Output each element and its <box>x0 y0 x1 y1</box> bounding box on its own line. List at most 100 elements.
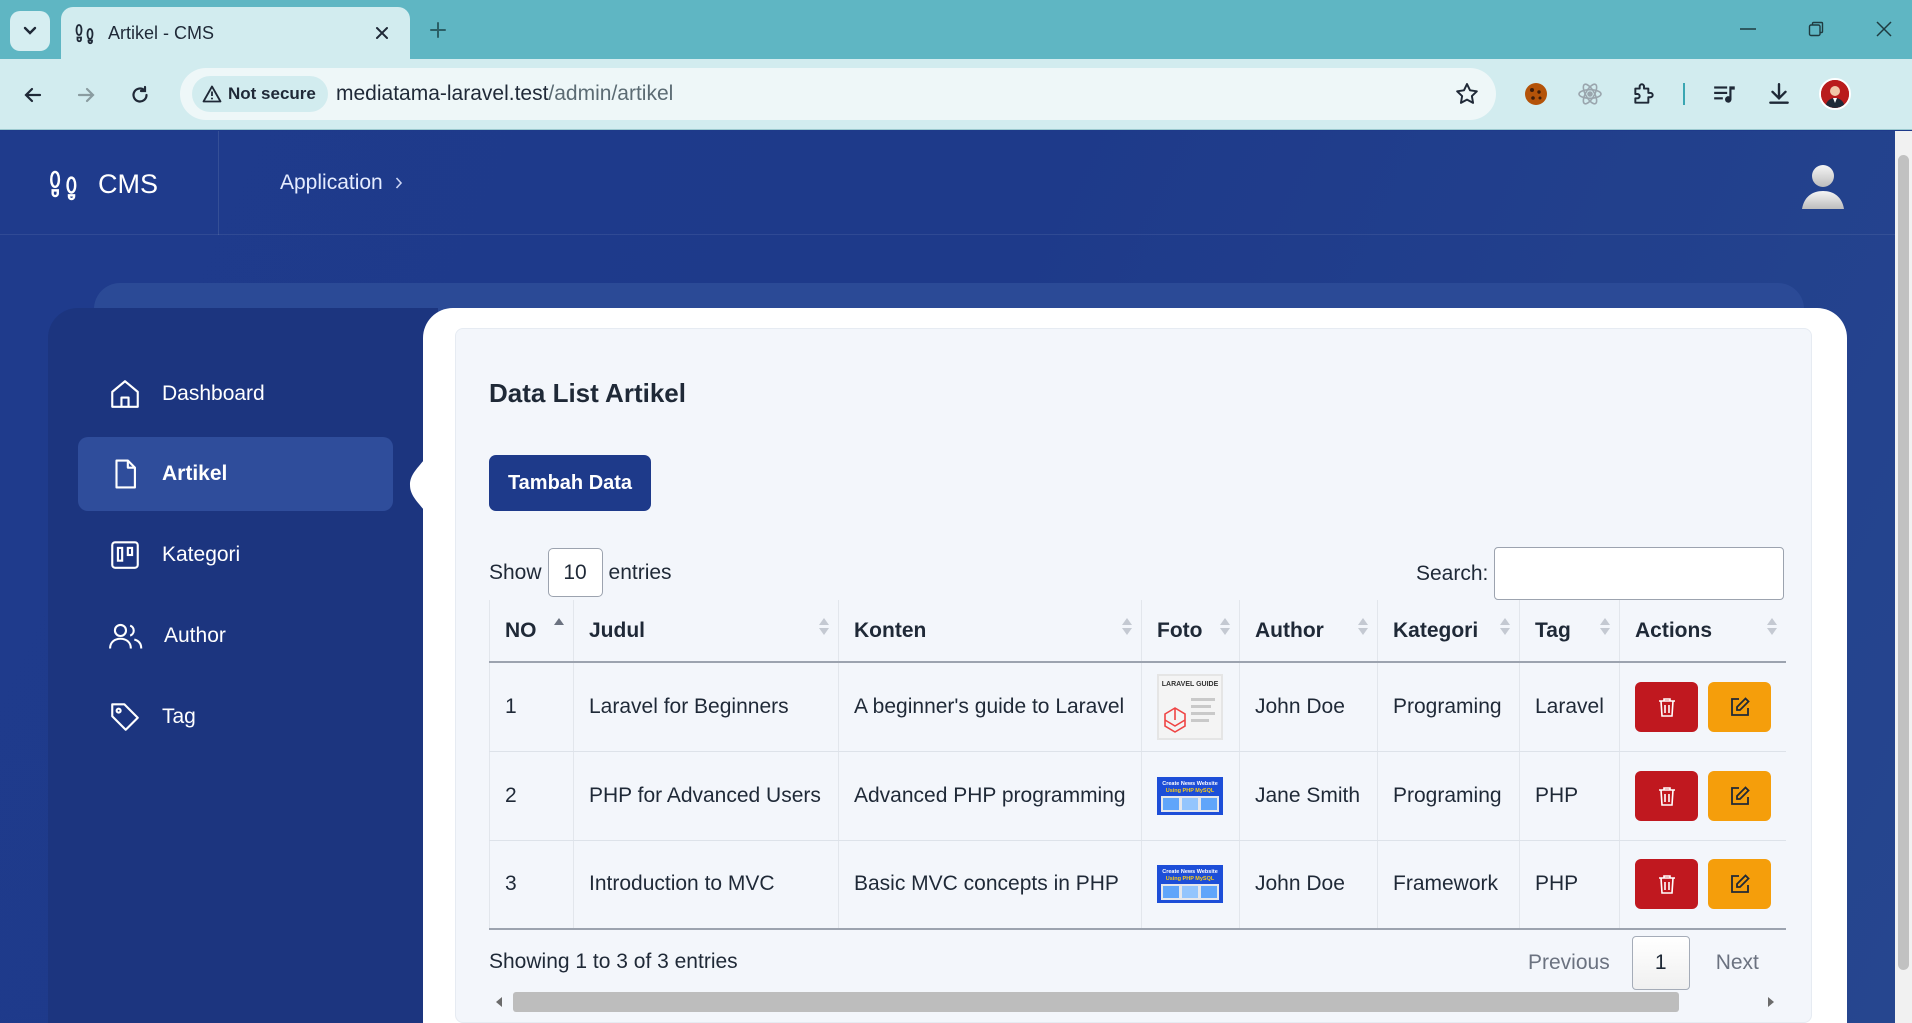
sidebar-item-label: Dashboard <box>162 382 265 405</box>
edit-button[interactable] <box>1708 681 1771 732</box>
address-bar[interactable]: Not secure mediatama-laravel.test/admin/… <box>180 68 1496 120</box>
table-search: Search: <box>1416 547 1785 600</box>
security-chip[interactable]: Not secure <box>192 76 328 112</box>
extensions-button[interactable] <box>1628 78 1660 110</box>
cell-tag: Laravel <box>1519 662 1620 752</box>
reload-button[interactable] <box>122 77 158 113</box>
previous-page-button[interactable]: Previous <box>1512 951 1632 975</box>
cell-actions <box>1619 840 1786 930</box>
minimize-icon <box>1740 28 1756 30</box>
browser-tab[interactable]: Artikel - CMS <box>61 7 410 59</box>
close-tab-button[interactable] <box>368 19 396 47</box>
page-scroll-thumb[interactable] <box>1898 155 1909 970</box>
cell-author: John Doe <box>1239 840 1378 930</box>
new-tab-button[interactable] <box>422 14 454 46</box>
column-label: Tag <box>1535 618 1571 642</box>
edit-icon <box>1730 785 1750 805</box>
column-header-actions[interactable]: Actions <box>1619 600 1786 663</box>
cell-konten: A beginner's guide to Laravel <box>838 662 1142 752</box>
profile-avatar[interactable] <box>1819 78 1851 110</box>
php-mysql-thumbnail: Create News WebsiteUsing PHP MySQL <box>1157 776 1223 815</box>
edit-button[interactable] <box>1708 770 1771 821</box>
kanban-icon <box>111 541 139 569</box>
sort-icon <box>1220 618 1230 635</box>
sidebar-item-label: Kategori <box>162 543 241 566</box>
bookmark-star-icon[interactable] <box>1454 81 1480 107</box>
puzzle-icon <box>1634 83 1654 104</box>
home-icon <box>111 380 139 408</box>
thumbnail-caption: Using PHP MySQL <box>1166 876 1215 882</box>
sidebar-item-tag[interactable]: Tag <box>78 680 393 754</box>
security-label: Not secure <box>228 84 316 103</box>
page-title: Data List Artikel <box>489 378 686 408</box>
search-input[interactable] <box>1494 547 1785 600</box>
scroll-right-icon[interactable] <box>1767 997 1775 1007</box>
tab-title: Artikel - CMS <box>108 23 215 43</box>
minimize-button[interactable] <box>1728 12 1768 46</box>
column-header-konten[interactable]: Konten <box>838 600 1142 663</box>
cell-judul: PHP for Advanced Users <box>573 751 839 841</box>
cell-kategori: Programing <box>1377 662 1520 752</box>
column-header-judul[interactable]: Judul <box>573 600 839 663</box>
entries-label: entries <box>608 560 672 584</box>
url-path: /admin/artikel <box>548 82 674 105</box>
entries-select[interactable]: 10 <box>547 548 603 597</box>
cell-actions <box>1619 662 1786 752</box>
page-1-button[interactable]: 1 <box>1631 936 1690 990</box>
column-header-foto[interactable]: Foto <box>1141 600 1240 663</box>
cell-foto: Create News Website Using PHP MySQL <box>1141 840 1240 930</box>
thumbnail-caption: Create News Website <box>1162 869 1218 875</box>
forward-button[interactable] <box>68 77 104 113</box>
cell-actions <box>1619 751 1786 841</box>
edit-icon <box>1730 874 1750 894</box>
arrow-left-icon <box>24 87 42 103</box>
user-avatar[interactable] <box>1800 159 1846 209</box>
next-page-button[interactable]: Next <box>1690 951 1759 975</box>
brand[interactable]: CMS <box>48 167 158 201</box>
column-header-kategori[interactable]: Kategori <box>1377 600 1520 663</box>
react-icon <box>1578 83 1602 105</box>
header-divider <box>218 131 219 235</box>
cell-foto: LARAVEL GUIDE <box>1141 662 1240 752</box>
cell-author: John Doe <box>1239 662 1378 752</box>
url-text[interactable]: mediatama-laravel.test/admin/artikel <box>336 82 673 106</box>
react-devtools-button[interactable] <box>1574 78 1606 110</box>
horizontal-scrollbar[interactable] <box>489 992 1781 1012</box>
tab-search-button[interactable] <box>10 11 50 51</box>
scroll-left-icon[interactable] <box>495 997 503 1007</box>
close-window-button[interactable] <box>1864 12 1904 46</box>
chevron-down-icon <box>23 26 37 35</box>
cookie-extension-button[interactable] <box>1520 78 1552 110</box>
column-label: Konten <box>854 618 927 642</box>
media-controls-button[interactable] <box>1709 78 1741 110</box>
delete-button[interactable] <box>1635 770 1698 821</box>
edit-button[interactable] <box>1708 859 1771 910</box>
breadcrumb[interactable]: Application <box>280 171 403 195</box>
back-button[interactable] <box>15 77 51 113</box>
sort-icon <box>1767 618 1777 635</box>
sidebar-item-artikel[interactable]: Artikel <box>78 437 393 511</box>
downloads-button[interactable] <box>1763 78 1795 110</box>
delete-button[interactable] <box>1635 681 1698 732</box>
person-photo-icon <box>1821 80 1849 108</box>
cell-judul: Laravel for Beginners <box>573 662 839 752</box>
pagination: Previous 1 Next <box>1512 936 1759 990</box>
playlist-music-icon <box>1714 86 1735 103</box>
restore-button[interactable] <box>1796 12 1836 46</box>
sidebar-item-label: Author <box>164 624 226 647</box>
sidebar-item-dashboard[interactable]: Dashboard <box>78 357 393 431</box>
delete-button[interactable] <box>1635 859 1698 910</box>
column-header-tag[interactable]: Tag <box>1519 600 1620 663</box>
horizontal-scroll-thumb[interactable] <box>513 992 1679 1012</box>
sort-icon <box>1122 618 1132 635</box>
column-header-author[interactable]: Author <box>1239 600 1378 663</box>
sidebar-item-kategori[interactable]: Kategori <box>78 518 393 592</box>
page-scrollbar[interactable] <box>1895 131 1912 1023</box>
app-header: CMS Application <box>0 131 1912 235</box>
footprints-icon <box>50 170 77 201</box>
restore-icon <box>1808 21 1824 37</box>
sidebar-item-author[interactable]: Author <box>78 599 393 673</box>
add-data-button[interactable]: Tambah Data <box>489 455 651 511</box>
column-header-no[interactable]: NO <box>489 600 574 663</box>
cell-kategori: Framework <box>1377 840 1520 930</box>
